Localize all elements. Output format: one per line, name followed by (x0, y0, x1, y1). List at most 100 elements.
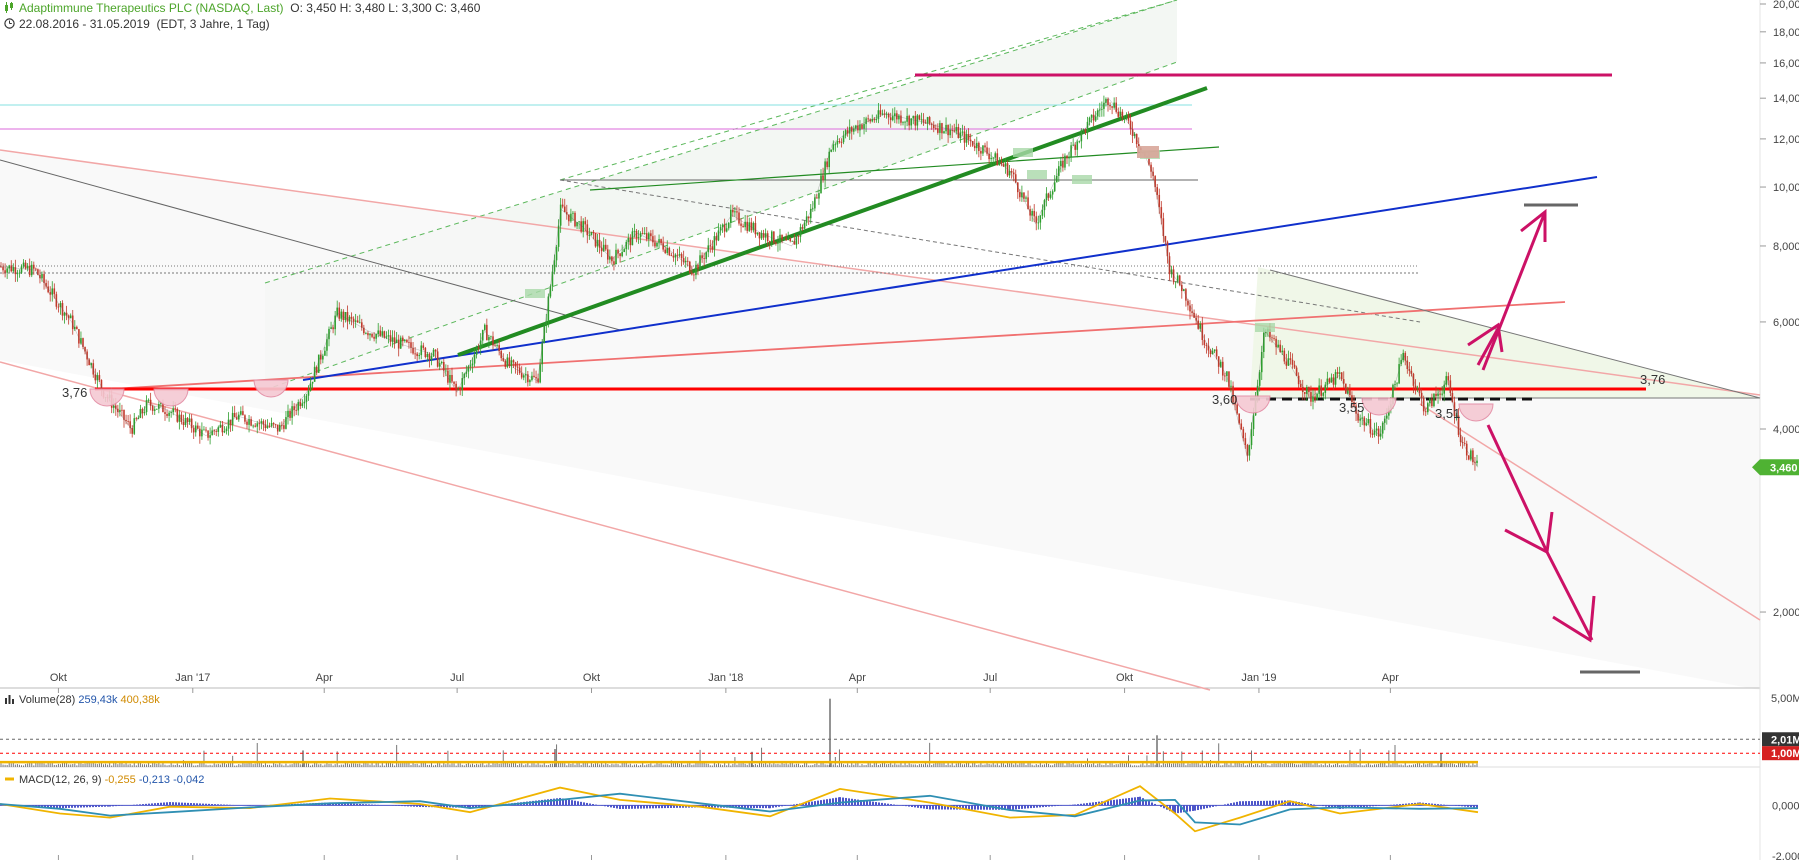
candle-body (1301, 386, 1304, 393)
candle-body (1314, 396, 1316, 401)
volume-value-2: 400,38k (120, 694, 160, 706)
candle-body (57, 306, 60, 308)
candle-body (1367, 419, 1370, 424)
candle-body (436, 351, 439, 367)
candle-body (957, 127, 960, 139)
candle-body (752, 222, 755, 231)
support-label: 3,60 (1212, 392, 1237, 407)
candle-body (990, 157, 992, 160)
candle-body (4, 270, 6, 273)
candle-body (317, 354, 320, 373)
candle-body (779, 234, 781, 244)
candle-body (332, 327, 334, 330)
candle-body (838, 141, 841, 143)
candle-body (53, 288, 56, 295)
candle-body (1271, 337, 1273, 339)
candle-body (1213, 349, 1216, 352)
candle-body (227, 419, 230, 429)
candle-body (346, 312, 349, 322)
candle-body (1312, 396, 1314, 402)
candle-body (459, 388, 461, 391)
chart-header: Adaptimmune Therapeutics PLC (NASDAQ, La… (4, 1, 480, 15)
candle-body (619, 253, 621, 257)
candle-body (1008, 171, 1011, 176)
candle-body (1359, 418, 1361, 421)
candle-body (1240, 423, 1243, 430)
candle-body (1125, 114, 1128, 117)
signal-box-green (1027, 170, 1047, 179)
candle-body (578, 221, 580, 223)
candle-body (1463, 442, 1466, 444)
candle-body (8, 265, 10, 269)
candle-body (818, 193, 820, 199)
volume-header: Volume(28) 259,43k 400,38k (4, 693, 160, 706)
candle-body (356, 320, 359, 323)
candle-body (736, 211, 738, 213)
candle-body (223, 431, 226, 433)
candle-body (402, 337, 404, 342)
candle-body (1420, 392, 1423, 399)
candle-body (1328, 378, 1331, 383)
candle-body (1158, 194, 1161, 208)
candle-body (758, 232, 761, 239)
candle-body (711, 246, 714, 250)
candle-body (367, 333, 369, 336)
candle-body (1004, 163, 1007, 167)
candle-body (484, 324, 486, 330)
volume-value-1: 259,43k (78, 694, 118, 706)
candle-body (1070, 145, 1072, 157)
candle-body (984, 145, 986, 148)
candle-body (877, 110, 880, 119)
signal-box-green (1255, 323, 1275, 332)
candle-body (453, 381, 455, 384)
candle-body (168, 412, 170, 416)
x-tick-label: Okt (50, 672, 67, 684)
candle-body (748, 222, 751, 231)
candle-body (324, 350, 326, 356)
candle-body (69, 315, 72, 319)
candle-body (678, 254, 681, 256)
candle-body (643, 233, 646, 234)
candle-body (1418, 387, 1421, 393)
candle-body (904, 121, 906, 123)
support-label: 3,76 (1640, 372, 1665, 387)
candle-body (426, 354, 429, 358)
candle-body (535, 377, 537, 379)
candle-body (676, 254, 679, 256)
candle-body (768, 241, 771, 243)
candle-body (912, 115, 915, 119)
candle-body (834, 144, 837, 146)
candle-body (777, 243, 779, 245)
candle-body (18, 272, 21, 274)
candle-body (322, 355, 324, 360)
candle-body (971, 140, 974, 146)
candle-body (440, 361, 443, 364)
candle-body (496, 345, 498, 346)
candle-body (428, 354, 431, 360)
candle-body (1074, 144, 1076, 150)
candle-body (246, 421, 248, 425)
candle-body (848, 127, 851, 134)
candle-body (305, 395, 308, 402)
candle-body (1068, 156, 1070, 159)
candle-body (182, 422, 185, 425)
candle-body (1293, 364, 1296, 368)
candle-body (533, 375, 535, 378)
candle-body (637, 237, 640, 239)
candle-body (143, 412, 146, 414)
candle-body (574, 212, 576, 227)
candle-body (342, 311, 345, 321)
candle-body (369, 333, 371, 336)
x-tick-label: Okt (1116, 672, 1133, 684)
candle-body (1049, 194, 1052, 198)
candle-body (1051, 191, 1054, 195)
candle-body (399, 337, 402, 349)
macd-value-1: -0,255 (104, 774, 136, 786)
candle-body (133, 418, 136, 434)
candle-body (859, 124, 861, 131)
macd-label: MACD(12, 26, 9) (19, 774, 102, 786)
candle-body (654, 242, 656, 247)
candle-body (670, 255, 673, 256)
candle-body (1012, 172, 1015, 175)
candle-body (947, 124, 949, 136)
